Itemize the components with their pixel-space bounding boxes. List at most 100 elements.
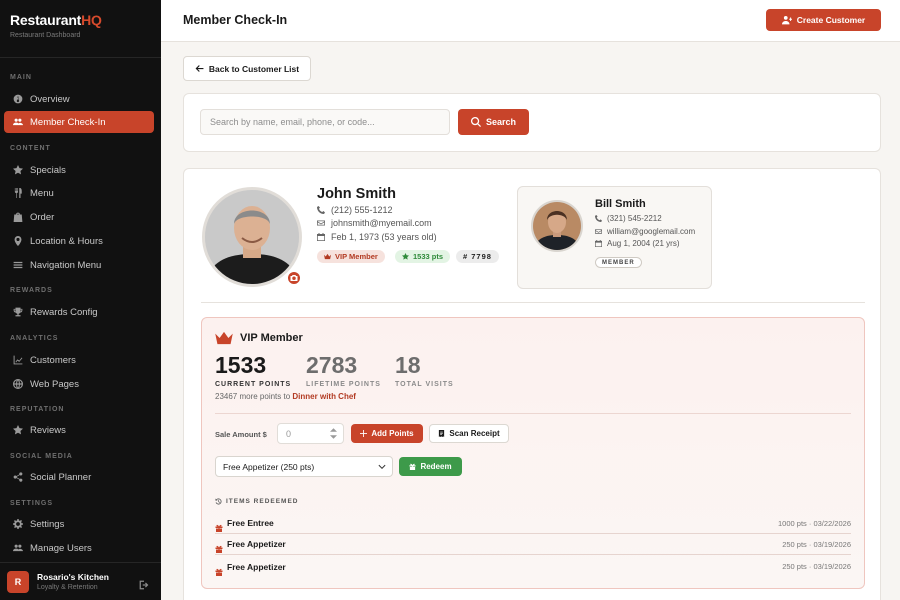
sidebar-item-reviews[interactable]: Reviews: [4, 419, 154, 441]
total-visits-value: 18: [395, 352, 421, 378]
redeem-button[interactable]: Redeem: [399, 457, 462, 476]
sidebar-item-label: Member Check-In: [30, 116, 106, 128]
total-visits-stat: 18 TOTAL VISITS: [395, 352, 454, 388]
sidebar-item-social-planner[interactable]: Social Planner: [4, 466, 154, 488]
gift-icon: [215, 519, 223, 532]
sidebar-item-overview[interactable]: Overview: [4, 88, 154, 110]
section-label-content: CONTENT: [10, 145, 51, 152]
section-label-settings: SETTINGS: [10, 500, 54, 507]
user-plus-icon: [781, 15, 792, 25]
star-icon: [12, 165, 23, 176]
section-label-reputation: REPUTATION: [10, 406, 65, 413]
back-label: Back to Customer List: [208, 63, 300, 74]
total-visits-label: TOTAL VISITS: [395, 381, 454, 388]
sidebar-item-label: Menu: [30, 187, 54, 199]
redeemed-item-meta: 250 pts · 03/19/2026: [782, 539, 851, 549]
gear-icon: [12, 519, 23, 530]
family-member-card[interactable]: Bill Smith (321) 545-2212 william@google…: [517, 186, 712, 289]
progress-prefix: 23467 more points to: [215, 392, 291, 401]
sidebar-item-menu[interactable]: Menu: [4, 182, 154, 204]
points-badge-label: 1533 pts: [413, 252, 444, 261]
account-avatar: R: [7, 570, 29, 593]
sale-amount-input[interactable]: 0: [277, 423, 344, 444]
member-badge: MEMBER: [595, 257, 642, 268]
chevron-down-icon: [378, 463, 386, 471]
history-icon: [215, 498, 222, 505]
calendar-icon: [317, 233, 325, 241]
back-to-customer-list-button[interactable]: Back to Customer List: [183, 56, 311, 81]
top-bar: Member Check-In Create Customer: [161, 0, 900, 42]
phone-icon: [317, 206, 325, 214]
sidebar-item-order[interactable]: Order: [4, 206, 154, 228]
star-icon: [12, 425, 23, 436]
search-input[interactable]: [200, 109, 450, 135]
search-button[interactable]: Search: [458, 109, 529, 135]
users-icon: [12, 543, 23, 554]
sale-amount-placeholder: 0: [286, 428, 292, 439]
sale-amount-label: Sale Amount $: [215, 430, 267, 439]
create-customer-button[interactable]: Create Customer: [766, 9, 881, 31]
scan-receipt-button[interactable]: Scan Receipt: [429, 424, 509, 443]
sidebar-item-label: Rewards Config: [30, 306, 98, 318]
points-badge: 1533 pts: [395, 250, 451, 263]
gift-icon: [409, 463, 416, 470]
vip-rewards-panel: VIP Member 1533 CURRENT POINTS 2783 LIFE…: [201, 317, 865, 589]
redeem-label: Redeem: [420, 462, 452, 471]
redeemed-item-row: Free Appetizer 250 pts · 03/19/2026: [215, 556, 851, 577]
sidebar-item-settings[interactable]: Settings: [4, 513, 154, 535]
sidebar-item-navigation-menu[interactable]: Navigation Menu: [4, 254, 154, 276]
redeemed-item-name: Free Entree: [227, 518, 274, 528]
redeemed-item-row: Free Entree 1000 pts · 03/22/2026: [215, 513, 851, 534]
vip-title-text: VIP Member: [240, 332, 303, 344]
sidebar-item-customers[interactable]: Customers: [4, 349, 154, 371]
sidebar-item-web-pages[interactable]: Web Pages: [4, 373, 154, 395]
redeemed-item-name: Free Appetizer: [227, 539, 286, 549]
vip-divider: [215, 413, 851, 414]
sidebar-item-rewards-config[interactable]: Rewards Config: [4, 301, 154, 323]
trophy-icon: [12, 307, 23, 318]
bag-icon: [12, 212, 23, 223]
family-member-birthday-text: Aug 1, 2004 (21 yrs): [607, 239, 680, 248]
family-member-birthday: Aug 1, 2004 (21 yrs): [595, 239, 679, 248]
reward-select[interactable]: Free Appetizer (250 pts): [215, 456, 393, 477]
account-subtitle: Loyalty & Retention: [37, 584, 98, 591]
current-points-stat: 1533 CURRENT POINTS: [215, 352, 291, 388]
redeemed-item-meta: 250 pts · 03/19/2026: [782, 562, 851, 571]
sidebar-item-label: Reviews: [30, 424, 66, 436]
phone-icon: [595, 215, 602, 222]
logout-icon[interactable]: [139, 577, 149, 590]
page-title: Member Check-In: [183, 13, 288, 27]
items-redeemed-title: ITEMS REDEEMED: [226, 498, 299, 505]
envelope-icon: [317, 220, 325, 226]
section-label-rewards: REWARDS: [10, 287, 53, 294]
plus-icon: [360, 430, 368, 437]
account-name: Rosario's Kitchen: [37, 572, 109, 582]
reward-select-value: Free Appetizer (250 pts): [223, 461, 315, 472]
crown-icon: [215, 331, 233, 345]
create-customer-label: Create Customer: [796, 15, 866, 25]
current-points-value: 1533: [215, 352, 267, 378]
customer-birthday: Feb 1, 1973 (53 years old): [317, 232, 437, 242]
section-label-main: MAIN: [10, 74, 32, 81]
section-divider: [201, 302, 865, 303]
next-reward-name: Dinner with Chef: [292, 392, 356, 401]
customer-detail-card: John Smith (212) 555-1212 johnsmith@myem…: [183, 168, 881, 600]
section-label-social-media: SOCIAL MEDIA: [10, 453, 73, 460]
sidebar-item-location-hours[interactable]: Location & Hours: [4, 230, 154, 252]
family-member-phone: (321) 545-2212: [595, 214, 662, 223]
redeemed-item-meta: 1000 pts · 03/22/2026: [778, 518, 851, 528]
camera-icon[interactable]: [286, 270, 302, 286]
calendar-icon: [595, 240, 602, 247]
sidebar-item-specials[interactable]: Specials: [4, 159, 154, 181]
customer-photo: [205, 190, 299, 284]
stepper-icon[interactable]: [330, 428, 337, 439]
family-member-photo: [533, 202, 581, 250]
brand-logo[interactable]: RestaurantHQ: [10, 12, 151, 28]
sidebar-item-label: Location & Hours: [30, 235, 103, 247]
sidebar-item-label: Web Pages: [30, 378, 79, 390]
sidebar-item-member-check-in[interactable]: Member Check-In: [4, 111, 154, 133]
sidebar-item-manage-users[interactable]: Manage Users: [4, 537, 154, 559]
chart-line-icon: [12, 355, 23, 366]
envelope-icon: [595, 229, 602, 234]
add-points-button[interactable]: Add Points: [351, 424, 423, 443]
